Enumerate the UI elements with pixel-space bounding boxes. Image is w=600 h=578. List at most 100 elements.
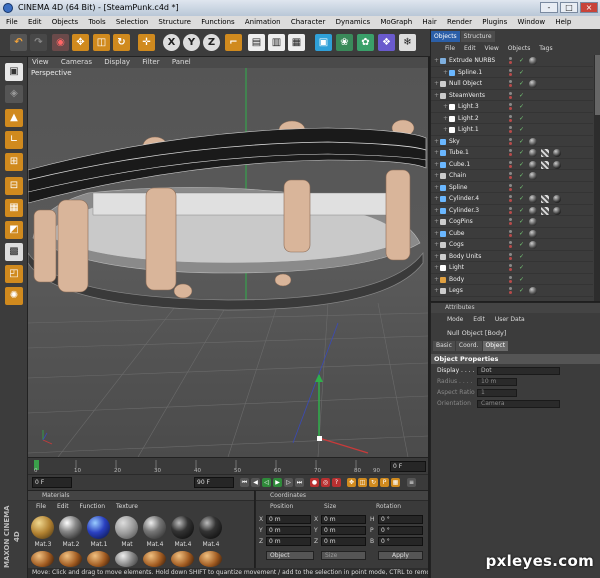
texture-tag-icon[interactable]	[541, 195, 549, 203]
menu-edit[interactable]: Edit	[28, 18, 42, 26]
objects-scrollbar[interactable]	[594, 55, 600, 301]
menu-structure[interactable]: Structure	[158, 18, 191, 26]
material-tag-icon[interactable]	[529, 206, 537, 215]
visibility-dots-icon[interactable]	[509, 114, 513, 123]
objects-menu-edit[interactable]: Edit	[464, 45, 476, 52]
material-tag-icon[interactable]	[529, 241, 537, 249]
render-picture-viewer-icon[interactable]: ▥	[268, 34, 285, 51]
live-selection-icon[interactable]: ◉	[52, 34, 69, 51]
material-swatch[interactable]	[115, 551, 138, 567]
object-name[interactable]: Cube.1	[449, 159, 470, 171]
material-swatch[interactable]	[171, 516, 194, 539]
rotation-p-field[interactable]: 0 °	[378, 526, 423, 535]
menu-file[interactable]: File	[6, 18, 18, 26]
expand-toggle-icon[interactable]: +	[434, 170, 439, 182]
visibility-dots-icon[interactable]	[509, 80, 513, 88]
size-x-field[interactable]: 0 m	[321, 515, 366, 524]
object-row[interactable]: + Light.2 ✓	[431, 113, 593, 125]
tweak-mode-icon[interactable]: ▩	[5, 243, 23, 261]
material-swatch[interactable]	[31, 551, 54, 567]
scrollbar-thumb[interactable]	[595, 55, 600, 115]
expand-toggle-icon[interactable]: +	[434, 205, 439, 217]
object-row[interactable]: + Extrude NURBS ✓	[431, 55, 593, 67]
end-frame-field[interactable]: 90 F	[194, 477, 234, 488]
z-axis-lock-icon[interactable]: Z	[203, 34, 220, 51]
object-row[interactable]: + Light ✓	[431, 262, 593, 274]
material-tag-icon[interactable]	[553, 195, 561, 203]
redo-icon[interactable]: ↷	[30, 34, 47, 51]
object-name[interactable]: Light.2	[458, 113, 479, 125]
viewport-menu-panel[interactable]: Panel	[172, 58, 191, 66]
visibility-dots-icon[interactable]	[509, 137, 513, 146]
object-name[interactable]: Light.3	[458, 101, 479, 113]
material-tag-icon[interactable]	[529, 149, 537, 157]
keyframe-selection-icon[interactable]: ?	[332, 478, 341, 487]
coordinate-system-icon[interactable]: ⌐	[225, 34, 242, 51]
start-frame-field[interactable]: 0 F	[32, 477, 72, 488]
object-row[interactable]: + Tube.1 ✓	[431, 147, 593, 159]
expand-toggle-icon[interactable]: +	[434, 262, 439, 274]
object-row[interactable]: + Light.3 ✓	[431, 101, 593, 113]
visibility-dots-icon[interactable]	[509, 103, 513, 111]
material-swatch[interactable]	[87, 551, 110, 567]
record-icon[interactable]: ●	[310, 478, 319, 487]
material-tag-icon[interactable]	[553, 149, 561, 157]
material-swatch[interactable]	[115, 516, 138, 539]
menu-tools[interactable]: Tools	[88, 18, 105, 26]
object-row[interactable]: + Cylinder.3 ✓	[431, 205, 593, 217]
menu-objects[interactable]: Objects	[52, 18, 78, 26]
x-axis-lock-icon[interactable]: X	[163, 34, 180, 51]
object-name[interactable]: Null Object	[449, 78, 482, 90]
object-name[interactable]: Chain	[449, 170, 466, 182]
materials-menu-file[interactable]: File	[36, 503, 46, 510]
menu-functions[interactable]: Functions	[201, 18, 234, 26]
expand-toggle-icon[interactable]: +	[434, 136, 439, 148]
visibility-dots-icon[interactable]	[509, 252, 513, 261]
viewport-menu-view[interactable]: View	[32, 58, 49, 66]
menu-plugins[interactable]: Plugins	[482, 18, 507, 26]
scene-objects-icon[interactable]: ❄	[399, 34, 416, 51]
menu-selection[interactable]: Selection	[116, 18, 148, 26]
object-row[interactable]: + Spline.1 ✓	[431, 67, 593, 79]
material-tag-icon[interactable]	[529, 195, 537, 203]
render-view-icon[interactable]: ▤	[248, 34, 265, 51]
menu-hair[interactable]: Hair	[422, 18, 436, 26]
object-name[interactable]: Body	[449, 274, 464, 286]
scale-tool-icon[interactable]: ◫	[93, 34, 110, 51]
expand-toggle-icon[interactable]: +	[434, 274, 439, 286]
visibility-dots-icon[interactable]	[509, 160, 513, 169]
enabled-check-icon[interactable]: ✓	[519, 67, 524, 79]
size-y-field[interactable]: 0 m	[321, 526, 366, 535]
material-tag-icon[interactable]	[553, 206, 561, 215]
texture-tag-icon[interactable]	[541, 206, 549, 215]
object-row[interactable]: + Legs ✓	[431, 285, 593, 297]
key-rotation-icon[interactable]: ↻	[369, 478, 378, 487]
objects-menu-file[interactable]: File	[445, 45, 455, 52]
move-tool-icon[interactable]: ✥	[72, 34, 89, 51]
render-settings-icon[interactable]: ▦	[288, 34, 305, 51]
model-mode-icon[interactable]: ▲	[5, 109, 23, 127]
visibility-dots-icon[interactable]	[509, 275, 513, 284]
visibility-dots-icon[interactable]	[509, 195, 513, 203]
menu-help[interactable]: Help	[555, 18, 571, 26]
object-list[interactable]: + Extrude NURBS ✓ + Spline.1 ✓ + Null Object ✓ + S…	[431, 55, 593, 301]
rotation-h-field[interactable]: 0 °	[378, 515, 423, 524]
expand-toggle-icon[interactable]: +	[434, 239, 439, 251]
object-name[interactable]: Spline.1	[458, 67, 482, 79]
snapping-icon[interactable]: ◰	[5, 265, 23, 283]
key-parameter-icon[interactable]: P	[380, 478, 389, 487]
tab-coord[interactable]: Coord.	[455, 341, 482, 351]
texture-tag-icon[interactable]	[541, 160, 549, 169]
last-tool-icon[interactable]: ✛	[138, 34, 155, 51]
material-swatch[interactable]	[143, 516, 166, 539]
visibility-dots-icon[interactable]	[509, 149, 513, 157]
menu-mograph[interactable]: MoGraph	[380, 18, 412, 26]
texture-tag-icon[interactable]	[541, 149, 549, 157]
enabled-check-icon[interactable]: ✓	[519, 193, 524, 205]
viewport-menu-display[interactable]: Display	[104, 58, 130, 66]
object-row[interactable]: + Sky ✓	[431, 136, 593, 148]
play-forward-icon[interactable]: ▶	[273, 478, 282, 487]
object-name[interactable]: Cylinder.3	[449, 205, 479, 217]
material-swatch[interactable]	[31, 516, 54, 539]
material-swatch[interactable]	[143, 551, 166, 567]
